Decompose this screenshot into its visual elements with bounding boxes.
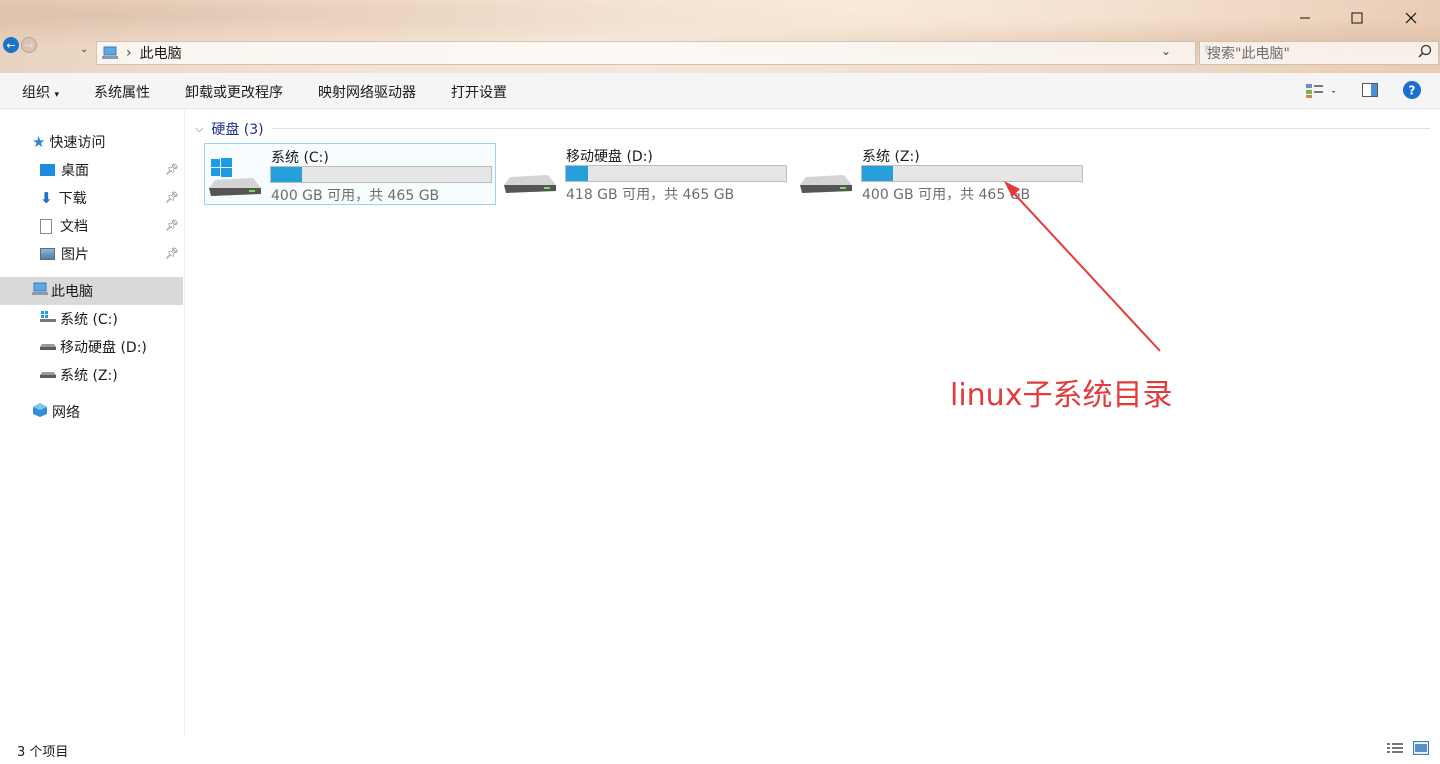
- nav-this-pc[interactable]: 此电脑: [0, 277, 183, 305]
- help-button[interactable]: ?: [1403, 81, 1421, 103]
- nav-drive-z[interactable]: 系统 (Z:): [0, 361, 185, 389]
- help-icon: ?: [1403, 81, 1421, 99]
- drive-usage-fill: [862, 166, 893, 181]
- windows-drive-icon: [40, 311, 56, 327]
- pin-icon: 📌︎: [165, 219, 179, 232]
- open-settings-button[interactable]: 打开设置: [451, 82, 507, 102]
- organize-label: 组织: [22, 85, 50, 101]
- minimize-button[interactable]: [1282, 4, 1328, 32]
- pin-icon: 📌︎: [165, 163, 179, 176]
- nav-item-downloads[interactable]: ⬇ 下载 📌︎: [0, 184, 185, 212]
- nav-item-label: 下载: [58, 191, 87, 207]
- view-options-button[interactable]: [1306, 83, 1336, 103]
- command-bar: 组织 ▾ 系统属性 卸载或更改程序 映射网络驱动器 打开设置 ?: [0, 73, 1440, 109]
- uninstall-button[interactable]: 卸载或更改程序: [185, 82, 283, 102]
- search-icon[interactable]: [1418, 44, 1432, 62]
- address-bar[interactable]: › 此电脑 ⌄ ↻: [96, 41, 1215, 65]
- drive-tile[interactable]: 移动硬盘 (D:) 418 GB 可用，共 465 GB: [500, 143, 792, 205]
- nav-drive-label: 系统 (Z:): [60, 368, 118, 384]
- caret-down-icon: ▾: [54, 90, 59, 100]
- group-divider: [272, 128, 1430, 129]
- nav-item-label: 文档: [60, 219, 88, 235]
- preview-pane-button[interactable]: [1362, 83, 1378, 101]
- pictures-icon: [40, 248, 55, 260]
- navigation-pane: ★ 快速访问 桌面 📌︎ ⬇ 下载 📌︎ 文档 📌︎ 图片 📌︎ 此电脑 系统 …: [0, 109, 185, 736]
- drive-tile[interactable]: 系统 (C:) 400 GB 可用，共 465 GB: [204, 143, 496, 205]
- large-icons-view-icon: [1413, 741, 1429, 755]
- address-dropdown-icon[interactable]: ⌄: [1161, 44, 1171, 58]
- pin-icon: 📌︎: [165, 247, 179, 260]
- nav-item-label: 图片: [61, 247, 89, 263]
- nav-drive-d[interactable]: 移动硬盘 (D:): [0, 333, 185, 361]
- svg-text:?: ?: [1409, 84, 1416, 98]
- nav-item-label: 桌面: [61, 163, 89, 179]
- nav-this-pc-label: 此电脑: [51, 284, 93, 300]
- drive-name: 系统 (Z:): [862, 149, 920, 165]
- drive-icon: [800, 175, 852, 193]
- arrow-right-icon: →: [24, 38, 34, 52]
- drive-name: 系统 (C:): [271, 150, 329, 166]
- maximize-button[interactable]: [1334, 4, 1380, 32]
- nav-item-pictures[interactable]: 图片 📌︎: [0, 240, 185, 268]
- chevron-down-icon: ⌵: [195, 122, 204, 135]
- item-count: 3 个项目: [17, 745, 69, 760]
- nav-network[interactable]: 网络: [0, 398, 185, 426]
- minimize-icon: [1300, 17, 1310, 19]
- nav-quick-access-label: 快速访问: [49, 135, 106, 151]
- maximize-icon: [1351, 12, 1363, 24]
- drive-space-info: 418 GB 可用，共 465 GB: [566, 187, 735, 203]
- close-icon: [1405, 12, 1417, 24]
- nav-drive-label: 系统 (C:): [60, 312, 118, 328]
- large-icons-view-button[interactable]: [1413, 741, 1429, 759]
- drive-usage-bar: [270, 166, 492, 183]
- annotation-text: linux子系统目录: [950, 378, 1173, 413]
- nav-network-label: 网络: [52, 405, 80, 421]
- drive-space-info: 400 GB 可用，共 465 GB: [271, 188, 440, 204]
- details-view-icon: [1387, 743, 1403, 753]
- close-button[interactable]: [1388, 4, 1434, 32]
- arrow-left-icon: ←: [6, 38, 16, 52]
- drive-usage-bar: [565, 165, 787, 182]
- view-icon: [1306, 84, 1335, 98]
- breadcrumb-separator: ›: [126, 45, 132, 61]
- pin-icon: 📌︎: [165, 191, 179, 204]
- map-network-drive-button[interactable]: 映射网络驱动器: [318, 82, 416, 102]
- back-button[interactable]: ←: [3, 37, 19, 53]
- title-bar: ← → ⌄ › 此电脑 ⌄ ↻ 搜索"此电脑": [0, 0, 1440, 73]
- preview-pane-icon: [1362, 83, 1378, 97]
- annotation-arrow: [1004, 181, 1161, 352]
- drive-usage-fill: [271, 167, 302, 182]
- drive-usage-fill: [566, 166, 588, 181]
- network-icon: [32, 402, 48, 422]
- windows-drive-icon: [209, 158, 261, 196]
- drive-icon: [504, 175, 556, 193]
- nav-drive-c[interactable]: 系统 (C:): [0, 305, 185, 333]
- drive-icon: [40, 367, 56, 383]
- drive-icon: [40, 339, 56, 355]
- document-icon: [40, 218, 52, 234]
- system-properties-button[interactable]: 系统属性: [94, 82, 150, 102]
- group-label: 硬盘 (3): [211, 122, 264, 138]
- nav-item-documents[interactable]: 文档 📌︎: [0, 212, 185, 240]
- status-bar: 3 个项目: [0, 736, 1440, 764]
- nav-drive-label: 移动硬盘 (D:): [60, 340, 147, 356]
- organize-menu[interactable]: 组织 ▾: [22, 82, 59, 102]
- desktop-icon: [40, 164, 55, 176]
- breadcrumb-current[interactable]: 此电脑: [140, 43, 182, 63]
- computer-icon: [32, 282, 48, 300]
- search-box[interactable]: 搜索"此电脑": [1199, 41, 1439, 65]
- computer-icon: [102, 46, 118, 60]
- nav-quick-access[interactable]: ★ 快速访问: [0, 128, 185, 156]
- drive-name: 移动硬盘 (D:): [566, 149, 653, 165]
- recent-locations-button[interactable]: ⌄: [80, 44, 88, 55]
- details-view-button[interactable]: [1387, 742, 1403, 760]
- chevron-down-icon: ⌄: [80, 44, 89, 55]
- forward-button[interactable]: →: [21, 37, 37, 53]
- search-placeholder[interactable]: 搜索"此电脑": [1207, 43, 1290, 63]
- download-icon: ⬇: [40, 189, 53, 207]
- nav-item-desktop[interactable]: 桌面 📌︎: [0, 156, 185, 184]
- star-icon: ★: [32, 133, 46, 151]
- group-header-hard-drives[interactable]: ⌵ 硬盘 (3): [195, 119, 264, 139]
